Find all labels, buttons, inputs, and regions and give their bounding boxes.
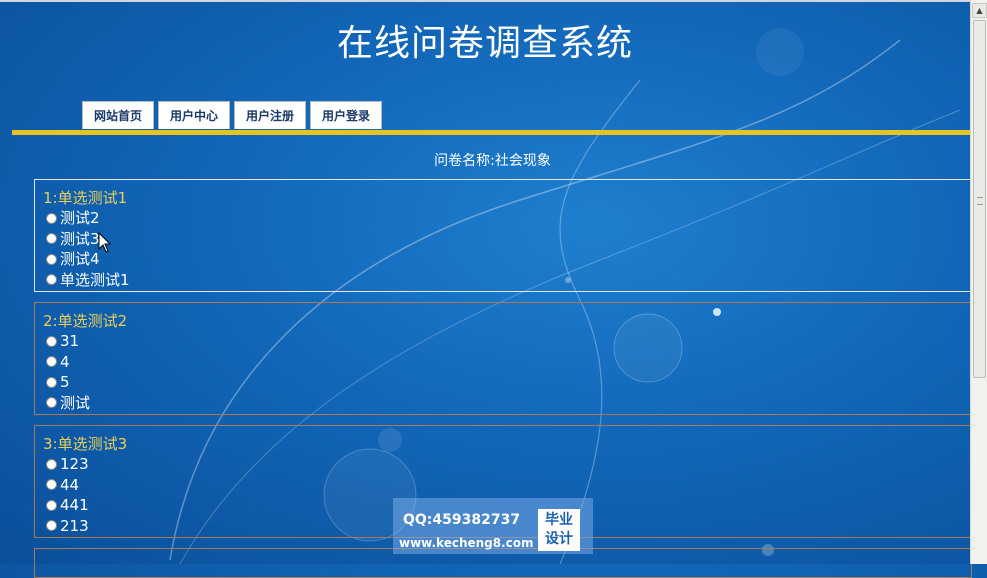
radio-button[interactable] (46, 233, 57, 245)
option-label[interactable]: 测试2 (60, 208, 100, 228)
window-top-edge (0, 0, 970, 2)
radio-button[interactable] (46, 397, 57, 409)
option-label[interactable]: 测试4 (60, 249, 100, 269)
survey-name: 问卷名称:社会现象 (0, 150, 985, 170)
watermark-badge-line1: 毕业 (545, 512, 573, 528)
survey-name-label: 问卷名称: (434, 153, 495, 169)
option-label[interactable]: 44 (60, 475, 79, 495)
tab-user-center[interactable]: 用户中心 (158, 101, 231, 129)
option-label[interactable]: 测试3 (60, 229, 100, 249)
question-1: 1:单选测试1 测试2 测试3 测试4 单选测试1 (34, 179, 972, 292)
watermark-url: www.kecheng8.com (399, 536, 534, 550)
option-label[interactable]: 测试 (60, 393, 90, 413)
grip-icon (977, 197, 983, 205)
radio-button[interactable] (46, 479, 57, 491)
radio-button[interactable] (46, 376, 57, 388)
scroll-up-button[interactable]: ▲ (972, 3, 987, 18)
option-row[interactable]: 测试 (46, 393, 971, 414)
option-row[interactable]: 测试2 (46, 208, 971, 229)
tab-login[interactable]: 用户登录 (310, 101, 383, 129)
radio-button[interactable] (46, 335, 57, 347)
survey-name-value: 社会现象 (494, 153, 551, 169)
option-row[interactable]: 单选测试1 (46, 270, 971, 291)
option-label[interactable]: 123 (60, 454, 89, 474)
option-row[interactable]: 测试3 (46, 229, 971, 250)
watermark-badge-line2: 设计 (545, 531, 573, 547)
tab-home[interactable]: 网站首页 (82, 101, 155, 129)
question-title: 3:单选测试3 (43, 435, 128, 453)
option-label[interactable]: 5 (60, 372, 70, 392)
page-title: 在线问卷调查系统 (336, 23, 633, 64)
nav-tabs: 网站首页 用户中心 用户注册 用户登录 (82, 101, 383, 129)
radio-button[interactable] (46, 274, 57, 286)
watermark-banner: QQ:459382737 www.kecheng8.com 毕业 设计 (393, 498, 593, 554)
scroll-thumb[interactable] (973, 20, 986, 378)
question-title: 1:单选测试1 (43, 189, 128, 207)
radio-button[interactable] (46, 253, 57, 265)
radio-button[interactable] (46, 520, 57, 532)
option-row[interactable]: 31 (46, 331, 971, 352)
watermark-qq: QQ:459382737 (403, 512, 521, 528)
question-2: 2:单选测试2 31 4 5 测试 (34, 302, 972, 415)
radio-button[interactable] (46, 499, 57, 511)
option-label[interactable]: 单选测试1 (60, 270, 130, 290)
radio-button[interactable] (46, 356, 57, 368)
radio-button[interactable] (46, 212, 57, 224)
option-label[interactable]: 441 (60, 495, 89, 515)
watermark-badge: 毕业 设计 (538, 509, 580, 551)
radio-button[interactable] (46, 458, 57, 470)
option-row[interactable]: 5 (46, 372, 971, 393)
tab-underline (12, 130, 970, 135)
option-row[interactable]: 4 (46, 352, 971, 373)
option-label[interactable]: 31 (60, 331, 79, 351)
option-row[interactable]: 44 (46, 475, 971, 496)
option-label[interactable]: 4 (60, 352, 70, 372)
mouse-cursor-icon (98, 232, 112, 253)
tab-register[interactable]: 用户注册 (234, 101, 307, 129)
question-title: 2:单选测试2 (43, 312, 128, 330)
vertical-scrollbar[interactable]: ▲ (970, 0, 987, 564)
option-row[interactable]: 测试4 (46, 249, 971, 270)
option-label[interactable]: 213 (60, 516, 89, 536)
option-row[interactable]: 123 (46, 454, 971, 475)
